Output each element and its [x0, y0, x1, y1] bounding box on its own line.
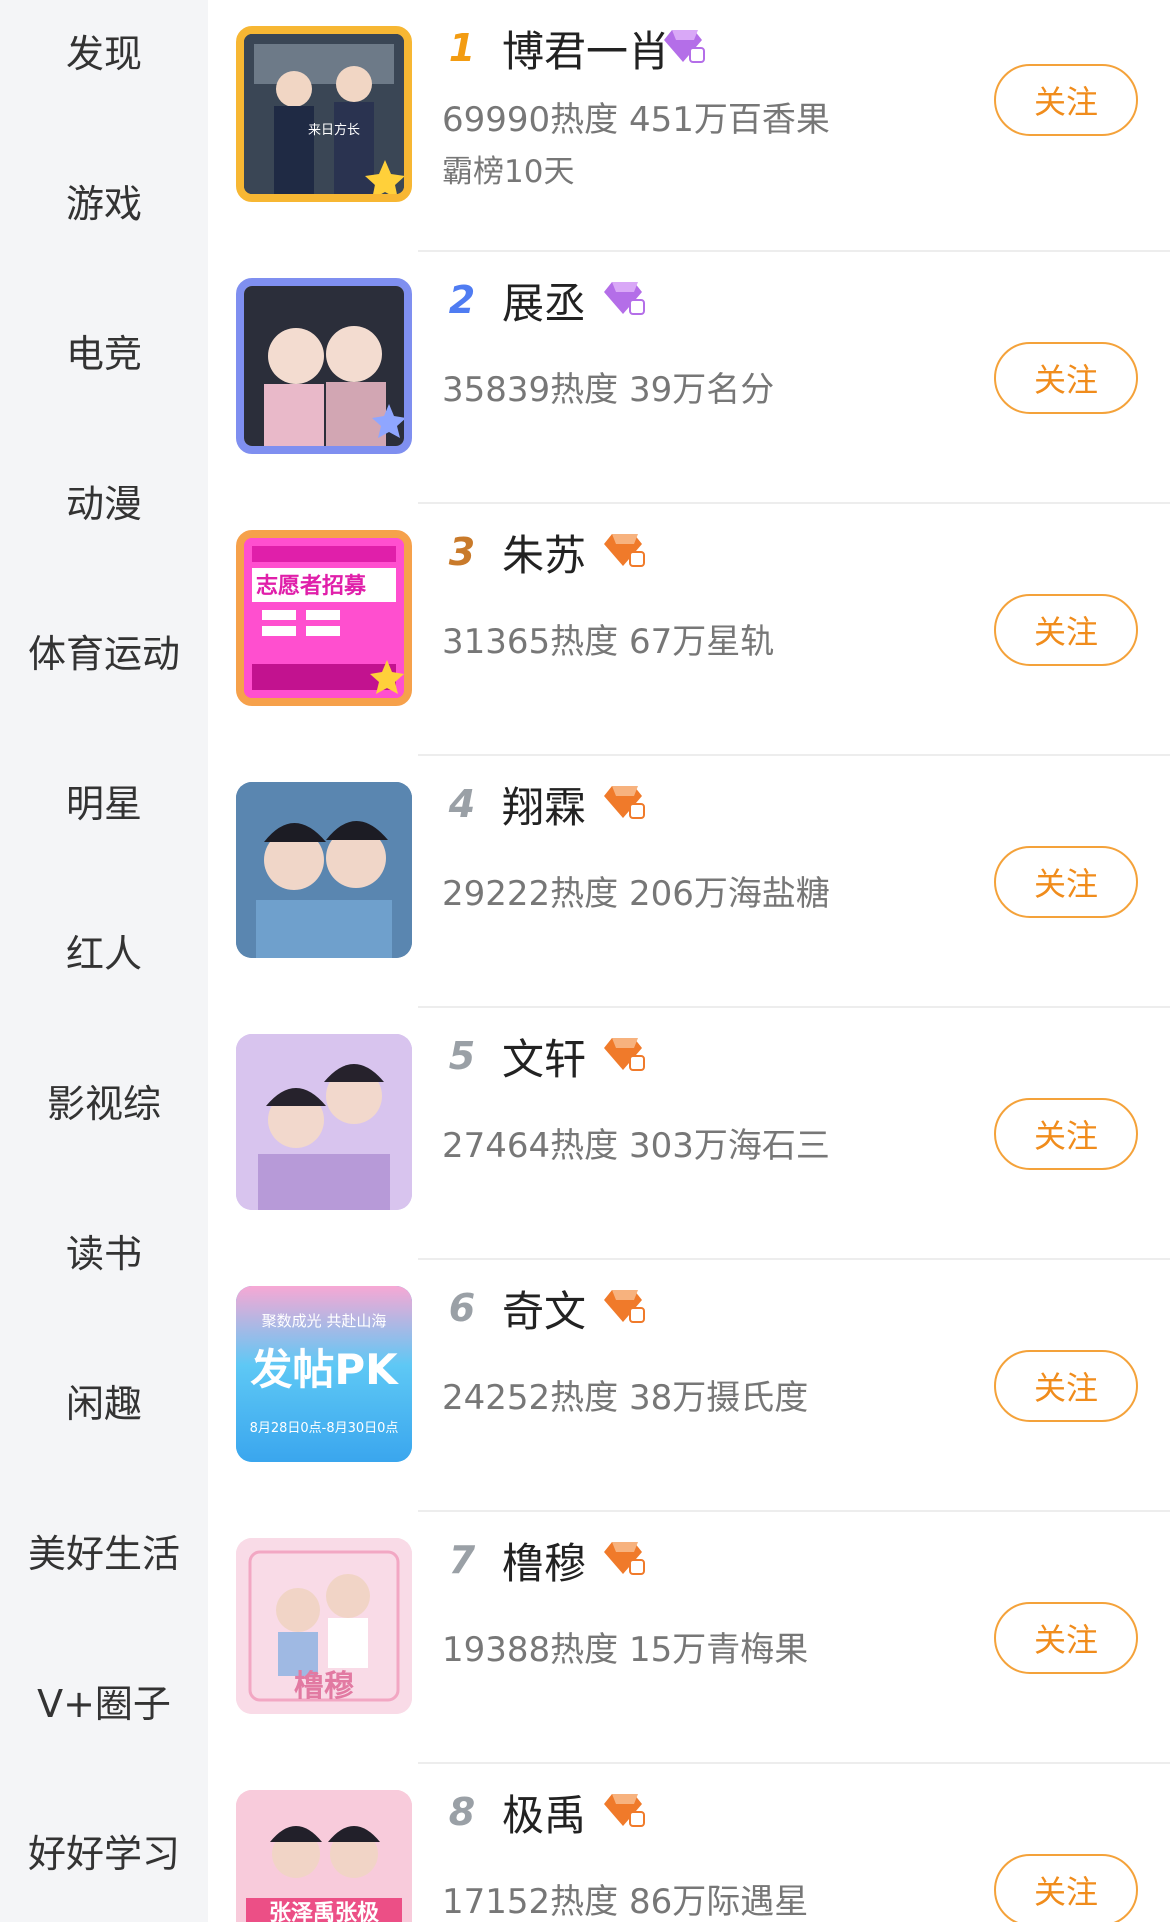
sidebar-item-games[interactable]: 游戏	[0, 160, 208, 240]
rank-number: 6	[442, 1282, 487, 1334]
community-thumbnail[interactable]: 来日方长	[236, 26, 412, 202]
category-sidebar: 发现 游戏 电竞 动漫 体育运动 明星 红人 影视综 读书 闲趣 美好生活 V+…	[0, 0, 208, 1922]
rank-number: 1	[448, 26, 476, 70]
sidebar-item-anime[interactable]: 动漫	[0, 460, 208, 540]
gem-level-icon	[604, 786, 645, 819]
sidebar-item-discover[interactable]: 发现	[0, 10, 208, 90]
svg-text:张泽禹张极: 张泽禹张极	[269, 1901, 380, 1922]
rank-number: 3	[448, 530, 476, 574]
community-thumbnail[interactable]: 聚数成光 共赴山海 发帖PK 8月28日0点-8月30日0点	[236, 1286, 412, 1462]
community-thumbnail[interactable]	[236, 278, 412, 454]
ranking-list: 来日方长 1 博君一肖 69990热度 451万百香果 霸榜10天 关注 2 展…	[208, 0, 1170, 1922]
heat-stats: 24252热度 38万摄氏度	[442, 1378, 809, 1418]
sidebar-item-stars[interactable]: 明星	[0, 760, 208, 840]
heat-stats: 69990热度 451万百香果	[442, 100, 830, 140]
follow-button[interactable]: 关注	[994, 846, 1138, 918]
sidebar-item-leisure[interactable]: 闲趣	[0, 1360, 208, 1440]
community-name: 翔霖	[502, 783, 587, 832]
follow-button[interactable]: 关注	[994, 1350, 1138, 1422]
svg-text:志愿者招募: 志愿者招募	[256, 574, 367, 599]
list-item[interactable]: 5 文轩 27464热度 303万海石三 关注	[208, 1008, 1170, 1260]
list-item[interactable]: 张泽禹张极 8 极禹 17152热度 86万际遇星 关注	[208, 1764, 1170, 1922]
rank-number: 4	[442, 778, 487, 830]
follow-button[interactable]: 关注	[994, 594, 1138, 666]
heat-stats: 19388热度 15万青梅果	[442, 1630, 809, 1670]
list-item[interactable]: 聚数成光 共赴山海 发帖PK 8月28日0点-8月30日0点 6 奇文 2425…	[208, 1260, 1170, 1512]
follow-button[interactable]: 关注	[994, 1602, 1138, 1674]
sidebar-item-lifestyle[interactable]: 美好生活	[0, 1510, 208, 1590]
sidebar-item-sports[interactable]: 体育运动	[0, 610, 208, 690]
gem-level-icon	[604, 534, 645, 567]
community-thumbnail[interactable]	[236, 782, 412, 958]
list-item[interactable]: 2 展丞 35839热度 39万名分 关注	[208, 252, 1170, 504]
rank-number: 8	[442, 1786, 487, 1838]
sidebar-item-study[interactable]: 好好学习	[0, 1810, 208, 1890]
gem-level-icon	[604, 1794, 645, 1827]
community-name: 展丞	[502, 279, 587, 328]
community-name: 橹穆	[502, 1539, 587, 1588]
sidebar-item-influencers[interactable]: 红人	[0, 910, 208, 990]
heat-stats: 35839热度 39万名分	[442, 370, 775, 410]
rank-number: 2	[448, 278, 476, 322]
svg-text:发帖PK: 发帖PK	[250, 1345, 399, 1394]
svg-text:8月28日0点-8月30日0点: 8月28日0点-8月30日0点	[250, 1421, 399, 1436]
community-name: 文轩	[502, 1035, 587, 1084]
community-name: 博君一肖	[502, 27, 671, 76]
follow-button[interactable]: 关注	[994, 64, 1138, 136]
rank-number: 5	[442, 1030, 487, 1082]
gem-level-icon	[604, 1542, 645, 1575]
community-thumbnail[interactable]: 橹穆	[236, 1538, 412, 1714]
community-thumbnail[interactable]: 志愿者招募	[236, 530, 412, 706]
list-item[interactable]: 志愿者招募 3 朱苏 31365热度 67万星轨 关注	[208, 504, 1170, 756]
community-name: 极禹	[502, 1791, 587, 1840]
list-item[interactable]: 橹穆 7 橹穆 19388热度 15万青梅果 关注	[208, 1512, 1170, 1764]
svg-text:聚数成光 共赴山海: 聚数成光 共赴山海	[262, 1312, 387, 1330]
gem-level-icon	[604, 282, 645, 315]
heat-stats: 31365热度 67万星轨	[442, 622, 775, 662]
svg-text:橹穆: 橹穆	[294, 1669, 354, 1704]
follow-button[interactable]: 关注	[994, 1854, 1138, 1922]
community-thumbnail[interactable]: 张泽禹张极	[236, 1790, 412, 1922]
sidebar-item-vplus-circles[interactable]: V+圈子	[0, 1660, 208, 1740]
svg-text:来日方长: 来日方长	[308, 122, 360, 138]
gem-level-icon	[604, 1038, 645, 1071]
community-thumbnail[interactable]	[236, 1034, 412, 1210]
sidebar-item-esports[interactable]: 电竞	[0, 310, 208, 390]
follow-button[interactable]: 关注	[994, 342, 1138, 414]
community-name: 朱苏	[502, 531, 587, 580]
top-days-text: 霸榜10天	[442, 154, 575, 190]
community-name: 奇文	[502, 1287, 587, 1336]
follow-button[interactable]: 关注	[994, 1098, 1138, 1170]
gem-level-icon	[604, 1290, 645, 1323]
list-item[interactable]: 4 翔霖 29222热度 206万海盐糖 关注	[208, 756, 1170, 1008]
heat-stats: 29222热度 206万海盐糖	[442, 874, 830, 914]
list-item[interactable]: 来日方长 1 博君一肖 69990热度 451万百香果 霸榜10天 关注	[208, 0, 1170, 252]
sidebar-item-film-tv[interactable]: 影视综	[0, 1060, 208, 1140]
sidebar-item-reading[interactable]: 读书	[0, 1210, 208, 1290]
gem-level-icon	[664, 30, 705, 63]
app-root: 发现 游戏 电竞 动漫 体育运动 明星 红人 影视综 读书 闲趣 美好生活 V+…	[0, 0, 1170, 1922]
rank-number: 7	[442, 1534, 487, 1586]
heat-stats: 27464热度 303万海石三	[442, 1126, 830, 1166]
heat-stats: 17152热度 86万际遇星	[442, 1882, 809, 1922]
